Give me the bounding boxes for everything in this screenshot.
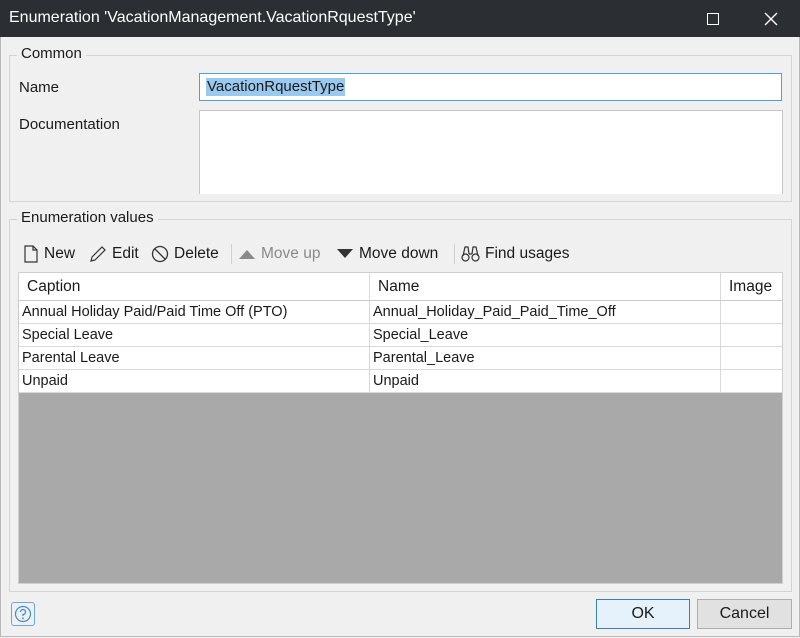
- help-button[interactable]: [11, 602, 35, 626]
- name-input[interactable]: VacationRquestType: [199, 73, 782, 101]
- table-row[interactable]: Special Leave Special_Leave: [19, 324, 782, 347]
- delete-button[interactable]: Delete: [151, 243, 219, 265]
- cell-name: Annual_Holiday_Paid_Paid_Time_Off: [373, 304, 616, 320]
- column-header-caption[interactable]: Caption: [19, 273, 370, 300]
- enumeration-values-table[interactable]: Caption Name Image Annual Holiday Paid/P…: [18, 272, 783, 584]
- name-input-value: VacationRquestType: [206, 78, 346, 96]
- documentation-label: Documentation: [19, 116, 120, 133]
- column-header-image[interactable]: Image: [721, 273, 782, 300]
- new-button[interactable]: New: [23, 243, 75, 265]
- maximize-button[interactable]: [690, 0, 736, 37]
- documentation-field[interactable]: [199, 110, 783, 194]
- table-row[interactable]: Annual Holiday Paid/Paid Time Off (PTO) …: [18, 300, 783, 325]
- ok-button[interactable]: OK: [596, 599, 690, 629]
- cell-caption: Annual Holiday Paid/Paid Time Off (PTO): [22, 304, 288, 320]
- close-icon: [764, 12, 778, 25]
- title-bar: Enumeration 'VacationManagement.Vacation…: [0, 0, 800, 37]
- prohibited-icon: [151, 245, 169, 263]
- move-down-button[interactable]: Move down: [336, 243, 438, 265]
- triangle-down-icon: [337, 249, 353, 258]
- enumeration-values-group-label: Enumeration values: [17, 209, 158, 226]
- column-divider: [369, 324, 370, 346]
- column-divider: [720, 324, 721, 346]
- cell-name: Special_Leave: [373, 327, 469, 343]
- move-up-button[interactable]: Move up: [238, 243, 320, 265]
- table-body: Annual Holiday Paid/Paid Time Off (PTO) …: [18, 300, 783, 393]
- table-header: Caption Name Image: [19, 273, 782, 301]
- column-divider: [720, 301, 721, 323]
- close-button[interactable]: [748, 0, 794, 37]
- question-icon: [14, 605, 32, 623]
- new-document-icon: [24, 245, 38, 263]
- cell-name: Unpaid: [373, 373, 419, 389]
- cell-image: [721, 324, 782, 346]
- delete-button-label: Delete: [174, 245, 219, 262]
- toolbar-separator: [231, 244, 232, 264]
- edit-button-label: Edit: [112, 245, 139, 262]
- find-usages-button-label: Find usages: [485, 245, 570, 262]
- triangle-up-icon: [239, 250, 255, 259]
- common-group-label: Common: [17, 45, 86, 62]
- new-button-label: New: [44, 245, 76, 262]
- name-label: Name: [19, 79, 60, 96]
- column-divider: [369, 347, 370, 369]
- column-divider: [369, 301, 370, 323]
- find-usages-button[interactable]: Find usages: [461, 243, 569, 265]
- toolbar-separator: [454, 244, 455, 264]
- maximize-icon: [707, 12, 719, 25]
- column-divider: [369, 273, 370, 301]
- move-up-button-label: Move up: [261, 245, 321, 262]
- cell-name: Parental_Leave: [373, 350, 475, 366]
- column-divider: [720, 273, 721, 301]
- cell-image: [721, 347, 782, 369]
- table-row[interactable]: Unpaid Unpaid: [19, 370, 782, 393]
- ok-button-label: OK: [631, 605, 655, 622]
- binoculars-icon: [461, 246, 480, 262]
- window-title: Enumeration 'VacationManagement.Vacation…: [9, 9, 416, 26]
- cell-caption: Special Leave: [22, 327, 114, 343]
- column-divider: [369, 370, 370, 392]
- cell-image: [721, 370, 782, 392]
- cell-caption: Unpaid: [22, 373, 68, 389]
- cancel-button[interactable]: Cancel: [697, 599, 792, 629]
- cell-caption: Parental Leave: [22, 350, 120, 366]
- edit-button[interactable]: Edit: [89, 243, 139, 265]
- pencil-icon: [90, 246, 106, 262]
- column-header-name[interactable]: Name: [370, 273, 721, 300]
- cell-image: [721, 301, 782, 323]
- cancel-button-label: Cancel: [719, 605, 770, 622]
- table-row[interactable]: Parental Leave Parental_Leave: [19, 347, 782, 370]
- move-down-button-label: Move down: [359, 245, 439, 262]
- column-divider: [720, 347, 721, 369]
- column-divider: [720, 370, 721, 392]
